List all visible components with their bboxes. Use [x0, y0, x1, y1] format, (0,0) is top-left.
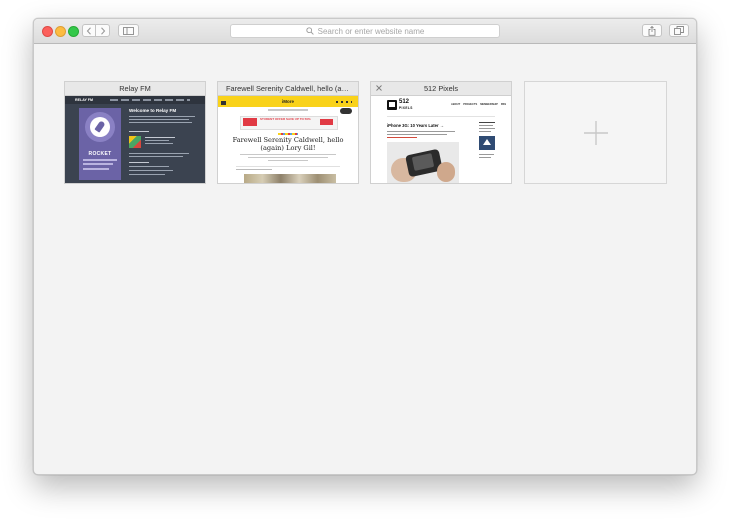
show-title: ROCKET: [88, 151, 112, 157]
relay-logo: RELAY FM: [75, 98, 93, 102]
iphone-photo: [387, 142, 459, 183]
close-tab-button[interactable]: [376, 83, 382, 94]
sidebar-icon: [123, 26, 134, 35]
imore-headline: Farewell Serenity Caldwell, hello (again…: [232, 136, 344, 152]
plus-icon: [583, 120, 608, 145]
tab-thumbnail-imore[interactable]: Farewell Serenity Caldwell, hello (again…: [217, 81, 359, 184]
tab-title: 512 Pixels: [371, 82, 511, 96]
page-preview: RELAY FM ROCKET Welcome to Relay FM: [65, 96, 205, 183]
magnifier-icon: [305, 27, 314, 35]
pixels-logo-word: PIXELS: [399, 105, 413, 110]
chevron-right-icon: [100, 26, 105, 35]
pixels-headline: iPhone 3G: 10 Years Later →: [387, 123, 444, 128]
tab-title: Farewell Serenity Caldwell, hello (again…: [218, 82, 358, 96]
close-icon: [376, 85, 382, 91]
toolbar: Search or enter website name: [34, 19, 696, 44]
share-icon: [648, 25, 656, 36]
new-tab-button[interactable]: [524, 81, 667, 184]
close-window-button[interactable]: [42, 26, 53, 37]
sidebar-button[interactable]: [118, 24, 139, 37]
share-button[interactable]: [642, 24, 662, 37]
tab-thumbnail-512-pixels[interactable]: 512 Pixels 512 PIXELS ABOUT PROJECTS MEM…: [370, 81, 512, 184]
nav-about[interactable]: ABOUT: [451, 103, 460, 106]
imore-banner: STUDENT OFFER SAVE UP TO 50%: [260, 117, 311, 121]
page-preview: 512 PIXELS ABOUT PROJECTS MEMBERSHIP RSS…: [371, 96, 511, 183]
tab-thumbnail-relay-fm[interactable]: Relay FM RELAY FM ROCKET Welcome to Rela…: [64, 81, 206, 184]
relay-heading: Welcome to Relay FM: [129, 108, 177, 113]
page-preview: iMore STUDENT OFFER SAVE UP TO 50% Farew…: [218, 96, 358, 183]
nav-membership[interactable]: MEMBERSHIP: [480, 103, 498, 106]
address-placeholder: Search or enter website name: [317, 26, 425, 36]
address-bar[interactable]: Search or enter website name: [230, 24, 500, 38]
tabs-icon: [674, 26, 684, 35]
minimize-window-button[interactable]: [55, 26, 66, 37]
nav-rss[interactable]: RSS: [501, 103, 506, 106]
pixels-logo-number: 512: [399, 99, 410, 105]
back-button[interactable]: [82, 24, 96, 37]
chevron-left-icon: [86, 26, 91, 35]
forward-button[interactable]: [95, 24, 110, 37]
tabs-overview-button[interactable]: [669, 24, 689, 37]
pixels-nav: ABOUT PROJECTS MEMBERSHIP RSS: [451, 103, 506, 106]
tab-overview: Relay FM RELAY FM ROCKET Welcome to Rela…: [34, 44, 696, 474]
nav-projects[interactable]: PROJECTS: [463, 103, 477, 106]
tab-title: Relay FM: [65, 82, 205, 96]
zoom-window-button[interactable]: [68, 26, 79, 37]
safari-window: Search or enter website name Relay FM RE…: [33, 18, 697, 475]
